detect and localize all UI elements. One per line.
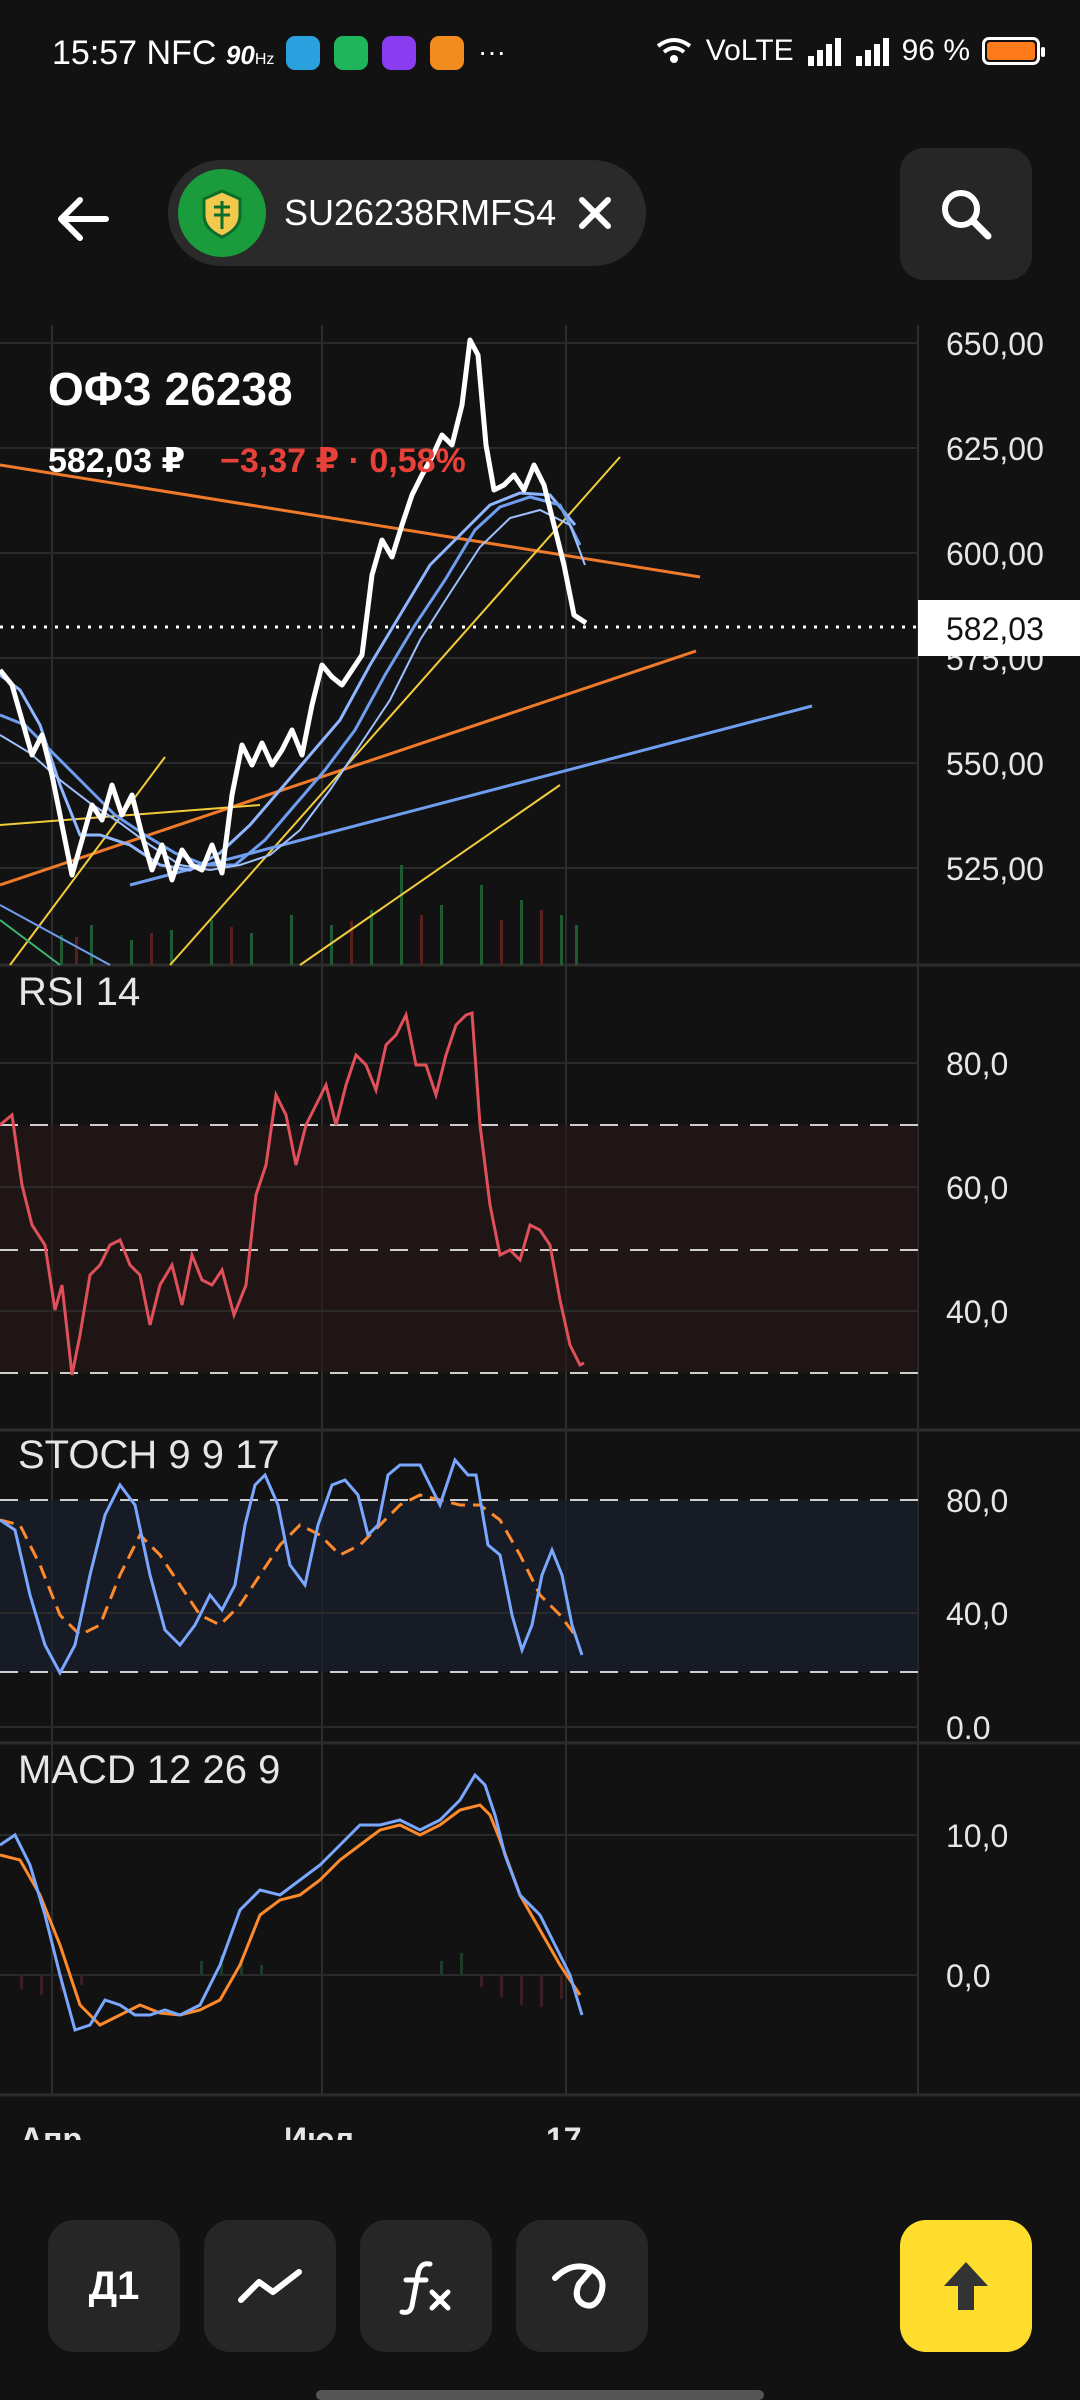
home-indicator[interactable] [316, 2390, 764, 2400]
arrow-left-icon[interactable] [48, 184, 118, 254]
status-right: VoLTE 96 % [654, 34, 1045, 68]
battery-icon [982, 37, 1045, 65]
rsi-tick: 60,0 [946, 1170, 1008, 1206]
price-tick: 625,00 [946, 431, 1044, 467]
macd-panel: MACD 12 26 9 10,0 0,0 [0, 1748, 1008, 2032]
status-time: 15:57 NFC 90Hz [52, 34, 275, 72]
stoch-panel: STOCH 9 9 17 80,0 40,0 0.0 [0, 1433, 1008, 1746]
battery-percent: 96 % [901, 34, 970, 67]
period-button[interactable]: Д1 [48, 2220, 180, 2352]
instrument-chip[interactable]: SU26238RMFS4 [168, 160, 646, 266]
emblem-icon [202, 189, 242, 239]
more-notifications-icon: ··· [478, 36, 506, 67]
top-bar: SU26238RMFS4 [0, 140, 1080, 290]
rsi-title: RSI 14 [18, 970, 140, 1014]
macd-grid [0, 1834, 918, 1976]
telegram-icon [286, 36, 320, 70]
ticker-label: SU26238RMFS4 [284, 192, 557, 233]
x-axis: Апр Июл 17 [20, 2121, 582, 2157]
price-change: −3,37 ₽ · 0,58% [220, 442, 466, 480]
search-button[interactable] [900, 148, 1032, 280]
close-icon[interactable] [570, 188, 620, 238]
stoch-band [0, 1500, 918, 1672]
trendline-orange-2 [0, 649, 697, 887]
drawing-tool-icon [552, 2263, 606, 2309]
status-bar: 15:57 NFC 90Hz ··· VoLTE 96 % [0, 0, 1080, 110]
stoch-tick: 80,0 [946, 1483, 1008, 1519]
rsi-tick: 80,0 [946, 1046, 1008, 1082]
trade-button[interactable] [900, 2220, 1032, 2352]
arrow-up-icon [944, 2262, 988, 2310]
signal-icon-2 [855, 38, 889, 66]
current-price: 582,03 ₽ [48, 442, 185, 480]
last-price-tag-label: 582,03 [946, 611, 1044, 647]
macd-tick: 10,0 [946, 1818, 1008, 1854]
wifi-icon [656, 38, 691, 63]
stoch-tick: 40,0 [946, 1596, 1008, 1632]
trendline-yellow-4 [0, 804, 261, 826]
signal-icon [807, 38, 841, 66]
indicators-button[interactable] [360, 2220, 492, 2352]
volume-bars-red [75, 910, 543, 965]
macd-axis: 10,0 0,0 [946, 1818, 1008, 1994]
network-type: VoLTE [705, 34, 794, 67]
rsi-tick: 40,0 [946, 1294, 1008, 1330]
macd-histogram-neg [20, 1975, 563, 2007]
x-tick: Апр [20, 2121, 82, 2140]
app-icon [382, 36, 416, 70]
price-line [0, 337, 588, 883]
line-chart-icon [238, 2269, 302, 2303]
function-icon [399, 2261, 451, 2315]
trendline-yellow-2 [169, 456, 621, 966]
macd-signal-line [0, 1803, 582, 2027]
price-tick: 600,00 [946, 536, 1044, 572]
macd-tick: 0,0 [946, 1958, 990, 1994]
rsi-panel: RSI 14 80,0 60,0 40,0 [0, 970, 1008, 1376]
price-tick: 550,00 [946, 746, 1044, 782]
issuer-logo [178, 169, 266, 257]
trendline-orange-1 [0, 463, 701, 579]
macd-line [0, 1772, 584, 2032]
instrument-name: ОФЗ 26238 [48, 363, 293, 415]
stoch-tick: 0.0 [946, 1710, 990, 1746]
chart-area[interactable]: 650,00 625,00 600,00 575,00 550,00 525,0… [0, 325, 1080, 2157]
drawing-tools-button[interactable] [516, 2220, 648, 2352]
mail-icon [430, 36, 464, 70]
stoch-title: STOCH 9 9 17 [18, 1433, 280, 1477]
macd-title: MACD 12 26 9 [18, 1748, 280, 1792]
price-tick: 650,00 [946, 326, 1044, 362]
chart-canvas[interactable]: 650,00 625,00 600,00 575,00 550,00 525,0… [0, 325, 1080, 2157]
bottom-toolbar: Д1 [0, 2210, 1080, 2360]
stoch-axis: 80,0 40,0 0.0 [946, 1483, 1008, 1746]
notification-icons: ··· [286, 36, 506, 70]
x-tick: Июл [284, 2121, 354, 2140]
phone-icon [334, 36, 368, 70]
chart-type-button[interactable] [204, 2220, 336, 2352]
rsi-axis: 80,0 60,0 40,0 [946, 1046, 1008, 1330]
search-icon [942, 190, 992, 240]
x-tick: 17 [546, 2121, 582, 2140]
price-tick: 525,00 [946, 851, 1044, 887]
